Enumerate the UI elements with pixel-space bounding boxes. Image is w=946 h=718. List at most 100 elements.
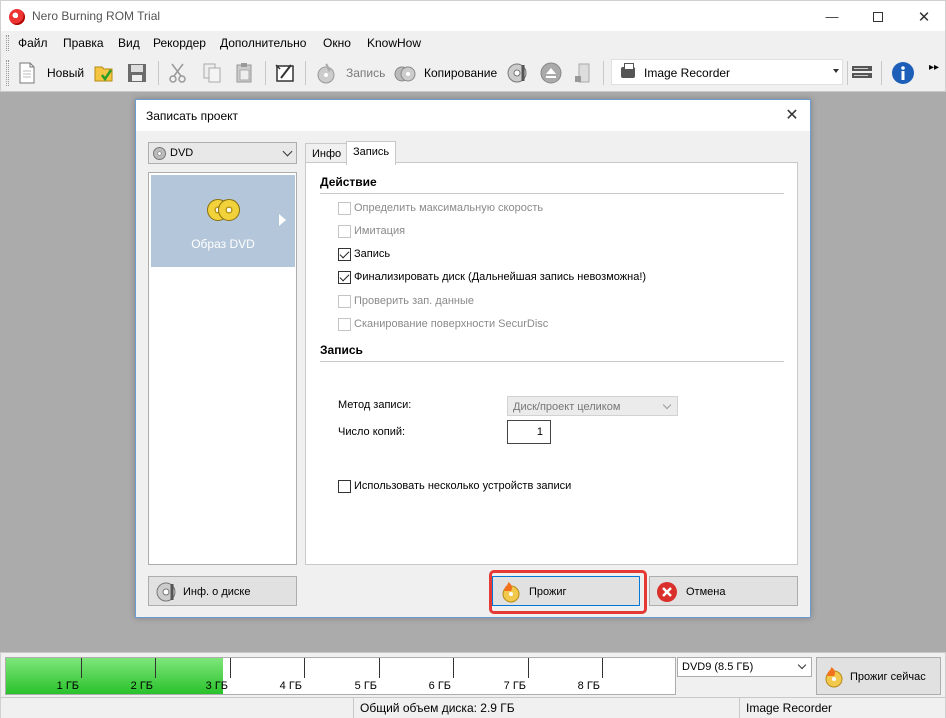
- paste-icon[interactable]: [232, 61, 256, 85]
- option-verify[interactable]: Проверить зап. данные: [338, 293, 474, 309]
- minimize-icon: —: [825, 9, 839, 24]
- checkbox[interactable]: [338, 201, 351, 215]
- disc-capacity-value: DVD9 (8.5 ГБ): [682, 661, 754, 673]
- ruler-tick-label: 8 ГБ: [577, 680, 600, 692]
- ruler-tick-label: 3 ГБ: [205, 680, 228, 692]
- dvd-icon: [153, 147, 166, 160]
- open-folder-icon[interactable]: [92, 61, 116, 85]
- printer-icon: [621, 63, 635, 78]
- capacity-bar: 1 ГБ 2 ГБ 3 ГБ 4 ГБ 5 ГБ 6 ГБ 7 ГБ 8 ГБ DVD9 (8…: [0, 652, 946, 697]
- ruler-tick-label: 1 ГБ: [56, 680, 79, 692]
- option-securdisc-scan[interactable]: Сканирование поверхности SecurDisc: [338, 316, 548, 332]
- window-title: Nero Burning ROM Trial: [32, 9, 161, 23]
- dialog-close-icon[interactable]: ✕: [782, 105, 802, 125]
- toolbar-grip: [6, 60, 9, 86]
- chevron-down-icon: [797, 660, 807, 670]
- toolbar-separator: [305, 61, 306, 85]
- project-item-dvd-image[interactable]: Образ DVD: [151, 175, 295, 267]
- menubar-grip: [6, 35, 9, 51]
- cancel-button[interactable]: Отмена: [649, 576, 798, 606]
- copies-label: Число копий:: [338, 426, 406, 438]
- menu-view[interactable]: Вид: [118, 36, 140, 50]
- copies-input[interactable]: 1: [507, 420, 551, 444]
- option-finalize[interactable]: Финализировать диск (Дальнейшая запись н…: [338, 269, 646, 285]
- checkbox[interactable]: [338, 479, 351, 493]
- chevron-down-icon: [282, 146, 293, 157]
- drive-status-icon[interactable]: [850, 61, 874, 85]
- maximize-icon: [873, 11, 883, 22]
- ruler-tick: [81, 658, 82, 678]
- checkbox[interactable]: [338, 317, 351, 331]
- eject-icon[interactable]: [539, 61, 563, 85]
- disc-info-button[interactable]: Инф. о диске: [148, 576, 297, 606]
- menu-window[interactable]: Окно: [323, 36, 351, 50]
- write-method-value: Диск/проект целиком: [513, 401, 621, 413]
- write-method-select[interactable]: Диск/проект целиком: [507, 396, 678, 416]
- cancel-icon: [657, 582, 677, 602]
- checkbox-checked[interactable]: [338, 270, 351, 284]
- disc-type-select[interactable]: DVD: [148, 142, 297, 164]
- maximize-button[interactable]: [855, 1, 901, 32]
- ruler-tick-label: 5 ГБ: [354, 680, 377, 692]
- toolbar-separator: [158, 61, 159, 85]
- ruler-tick: [379, 658, 380, 678]
- option-simulation[interactable]: Имитация: [338, 223, 405, 239]
- recorder-select[interactable]: Image Recorder: [611, 59, 843, 85]
- menu-edit[interactable]: Правка: [63, 36, 104, 50]
- capacity-used-fill: [6, 658, 223, 694]
- tab-burn[interactable]: Запись: [346, 141, 397, 165]
- disc-info-icon[interactable]: [505, 61, 529, 85]
- status-bar: Общий объем диска: 2.9 ГБ Image Recorder: [0, 697, 946, 718]
- disc-type-value: DVD: [170, 147, 194, 159]
- tab-info[interactable]: Инфо: [305, 143, 349, 164]
- arrow-right-icon: [279, 214, 286, 226]
- checkbox[interactable]: [338, 224, 351, 238]
- ruler-tick: [453, 658, 454, 678]
- option-max-speed[interactable]: Определить максимальную скорость: [338, 200, 543, 216]
- checkbox[interactable]: [338, 294, 351, 308]
- burn-button[interactable]: Запись: [346, 66, 385, 80]
- close-button[interactable]: ✕: [901, 1, 946, 32]
- ruler-tick: [304, 658, 305, 678]
- write-section-title: Запись: [320, 343, 363, 357]
- menu-bar: Файл Правка Вид Рекордер Дополнительно О…: [0, 31, 946, 54]
- toolbar-separator: [881, 61, 882, 85]
- copy-icon[interactable]: [200, 61, 224, 85]
- checkbox-checked[interactable]: [338, 247, 351, 261]
- menu-recorder[interactable]: Рекордер: [153, 36, 206, 50]
- save-icon[interactable]: [125, 61, 149, 85]
- menu-knowhow[interactable]: KnowHow: [367, 36, 421, 50]
- menu-file[interactable]: Файл: [18, 36, 48, 50]
- toolbar-overflow-icon[interactable]: ▸▸: [929, 62, 939, 73]
- menu-extras[interactable]: Дополнительно: [220, 36, 306, 50]
- ruler-tick: [528, 658, 529, 678]
- status-recorder: Image Recorder: [739, 698, 946, 718]
- section-divider: [320, 361, 784, 362]
- chevron-down-icon: [662, 400, 672, 410]
- ruler-tick-label: 2 ГБ: [130, 680, 153, 692]
- dvd-discs-icon: [207, 199, 241, 221]
- dropdown-arrow-icon: [833, 69, 839, 73]
- burn-icon[interactable]: [314, 61, 338, 85]
- new-document-icon[interactable]: [15, 61, 39, 85]
- ruler-tick: [230, 658, 231, 678]
- toolbar-separator: [847, 61, 848, 85]
- burn-now-button[interactable]: Прожиг сейчас: [816, 657, 941, 695]
- dialog-title: Записать проект: [146, 109, 239, 123]
- erase-disc-icon[interactable]: [572, 61, 596, 85]
- cut-icon[interactable]: [166, 61, 190, 85]
- info-icon[interactable]: [891, 61, 915, 85]
- compilation-icon[interactable]: [273, 61, 297, 85]
- copy-button[interactable]: Копирование: [424, 66, 497, 80]
- disc-capacity-select[interactable]: DVD9 (8.5 ГБ): [677, 657, 812, 677]
- nero-app-icon: [9, 9, 25, 25]
- status-total-size: Общий объем диска: 2.9 ГБ: [353, 698, 739, 718]
- copy-disc-icon[interactable]: [393, 61, 417, 85]
- burn-project-dialog: Записать проект ✕ DVD Образ DVD Инфо Зап…: [135, 99, 811, 618]
- dialog-title-bar: Записать проект ✕: [136, 100, 810, 131]
- burn-tab-panel: Действие Определить максимальную скорост…: [305, 162, 798, 565]
- new-button[interactable]: Новый: [47, 66, 84, 80]
- minimize-button[interactable]: —: [809, 1, 855, 32]
- option-write[interactable]: Запись: [338, 246, 390, 262]
- option-multiple-recorders[interactable]: Использовать несколько устройств записи: [338, 478, 571, 494]
